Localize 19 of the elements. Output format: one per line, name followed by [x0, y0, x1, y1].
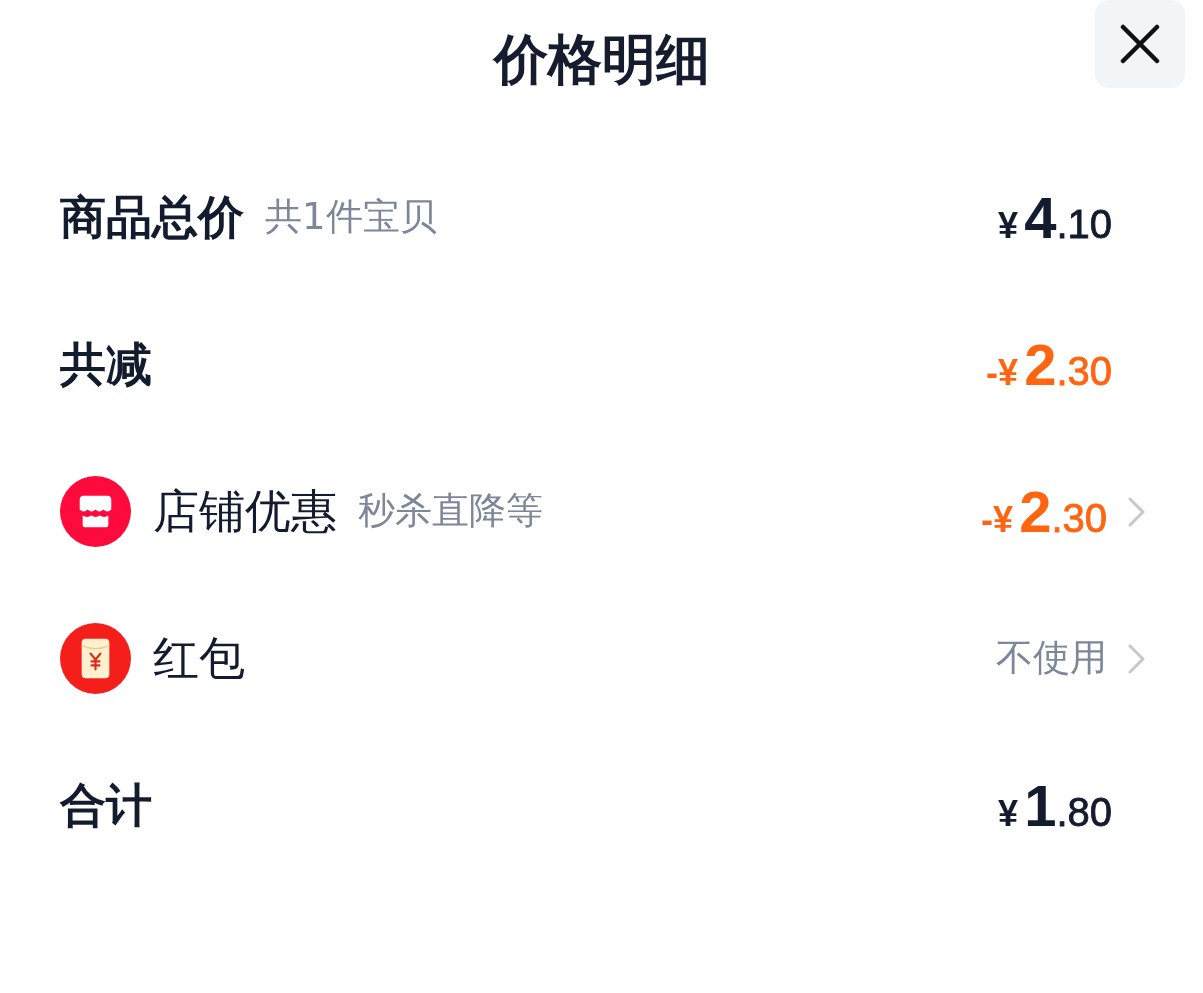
row-label: 红包 — [153, 630, 245, 687]
row-value: 不使用 — [996, 636, 1107, 681]
envelope-icon — [60, 623, 131, 694]
chevron-icon[interactable] — [1128, 496, 1145, 527]
price-amount: -¥2.30 — [981, 482, 1107, 541]
row-label: 合计 — [60, 777, 152, 834]
dialog-title: 价格明细 — [493, 27, 710, 93]
row-label: 店铺优惠 — [153, 483, 337, 540]
price-amount: -¥2.30 — [986, 335, 1112, 394]
close-icon — [1120, 24, 1160, 64]
row-note: 秒杀直降等 — [358, 489, 543, 534]
row-label: 商品总价 — [60, 189, 244, 246]
shop-icon — [60, 476, 131, 547]
close-button[interactable] — [1095, 0, 1185, 88]
price-amount: ¥4.10 — [998, 188, 1112, 247]
chevron-icon[interactable] — [1128, 643, 1145, 674]
price-amount: ¥1.80 — [998, 776, 1112, 835]
row-label: 共减 — [60, 336, 152, 393]
row-note: 共1件宝贝 — [265, 195, 437, 240]
